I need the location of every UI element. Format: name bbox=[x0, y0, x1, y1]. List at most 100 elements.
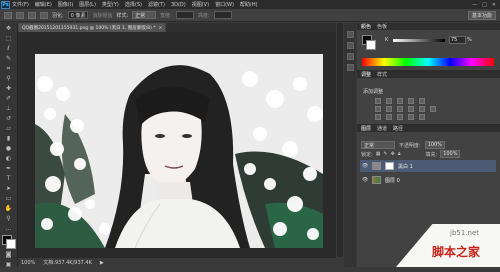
height-input[interactable] bbox=[213, 11, 232, 19]
lock-all-icon[interactable]: 🔒︎ bbox=[398, 151, 401, 157]
vibrance-icon[interactable] bbox=[419, 98, 425, 104]
gradient-tool-icon[interactable]: ▮ bbox=[4, 134, 14, 143]
fill-input[interactable]: 100% bbox=[440, 150, 461, 158]
history-panel-icon[interactable] bbox=[346, 31, 354, 38]
menu-image[interactable]: 图像(I) bbox=[58, 1, 73, 8]
color-spectrum[interactable] bbox=[362, 58, 494, 66]
tab-styles[interactable]: 样式 bbox=[377, 71, 387, 78]
type-tool-icon[interactable]: T bbox=[4, 174, 14, 183]
width-input[interactable] bbox=[175, 11, 194, 19]
brightness-contrast-icon[interactable] bbox=[375, 98, 381, 104]
quick-select-tool-icon[interactable]: ✎ bbox=[4, 54, 14, 63]
menu-filter[interactable]: 滤镜(T) bbox=[148, 1, 165, 8]
path-select-tool-icon[interactable]: ➤ bbox=[4, 184, 14, 193]
opacity-input[interactable]: 100% bbox=[424, 141, 445, 149]
menu-type[interactable]: 类型(Y) bbox=[102, 1, 119, 8]
antialias-checkbox[interactable]: 消除锯齿 bbox=[92, 12, 112, 19]
status-arrow-icon[interactable]: ▶ bbox=[100, 260, 104, 266]
quick-mask-icon[interactable]: ◙ bbox=[4, 250, 14, 259]
photo-filter-icon[interactable] bbox=[408, 106, 414, 112]
menu-help[interactable]: 帮助(H) bbox=[240, 1, 258, 8]
channel-mixer-icon[interactable] bbox=[419, 106, 425, 112]
tab-swatches[interactable]: 色板 bbox=[377, 23, 387, 30]
properties-panel-icon[interactable] bbox=[346, 42, 354, 49]
menu-edit[interactable]: 编辑(E) bbox=[35, 1, 52, 8]
workspace-select[interactable]: 基本功能 bbox=[467, 10, 496, 20]
gradient-map-icon[interactable] bbox=[408, 114, 414, 120]
menu-3d[interactable]: 3D(D) bbox=[171, 2, 186, 8]
k-value-input[interactable]: 75 bbox=[449, 36, 466, 44]
eyedropper-tool-icon[interactable]: ⚲ bbox=[4, 74, 14, 83]
crop-tool-icon[interactable]: ⌗ bbox=[4, 64, 14, 73]
style-select[interactable]: 正常 bbox=[132, 11, 157, 19]
eye-icon[interactable]: 👁︎ bbox=[362, 163, 368, 169]
character-panel-icon[interactable] bbox=[346, 53, 354, 60]
color-lookup-icon[interactable] bbox=[430, 106, 436, 112]
add-selection-icon[interactable] bbox=[28, 11, 36, 19]
vertical-scrollbar[interactable] bbox=[337, 23, 343, 257]
hand-tool-icon[interactable]: ✋ bbox=[4, 204, 14, 213]
lasso-tool-icon[interactable]: ℓ bbox=[4, 44, 14, 53]
threshold-icon[interactable] bbox=[397, 114, 403, 120]
eye-icon[interactable]: 👁︎ bbox=[362, 177, 368, 183]
menu-view[interactable]: 视图(V) bbox=[192, 1, 209, 8]
marquee-preset-icon[interactable] bbox=[4, 11, 12, 19]
levels-icon[interactable] bbox=[386, 98, 392, 104]
document-tab[interactable]: QQ截图20151201155931.png @ 100% (黑白 1, 图层蒙… bbox=[18, 23, 167, 32]
feather-input[interactable]: 0 像素 bbox=[67, 11, 89, 19]
clone-stamp-tool-icon[interactable]: ⊥ bbox=[4, 104, 14, 113]
blend-mode-select[interactable]: 正常 bbox=[361, 141, 395, 149]
posterize-icon[interactable] bbox=[386, 114, 392, 120]
paragraph-panel-icon[interactable] bbox=[346, 64, 354, 71]
tab-color[interactable]: 颜色 bbox=[361, 23, 371, 30]
curves-icon[interactable] bbox=[397, 98, 403, 104]
layer-name[interactable]: 图层 0 bbox=[385, 177, 400, 184]
move-tool-icon[interactable]: ✥ bbox=[4, 24, 14, 33]
layer-row[interactable]: 👁︎ 图层 0 bbox=[360, 174, 496, 186]
hue-saturation-icon[interactable] bbox=[375, 106, 381, 112]
edit-toolbar-icon[interactable]: … bbox=[4, 224, 14, 233]
color-background-swatch[interactable] bbox=[366, 40, 376, 50]
close-button[interactable]: ✕ bbox=[492, 2, 496, 8]
lock-brush-icon[interactable]: ✎ bbox=[383, 151, 387, 157]
menu-window[interactable]: 窗口(W) bbox=[215, 1, 234, 8]
new-selection-icon[interactable] bbox=[16, 11, 24, 19]
history-brush-tool-icon[interactable]: ↺ bbox=[4, 114, 14, 123]
selective-color-icon[interactable] bbox=[419, 114, 425, 120]
screen-mode-icon[interactable]: ▣ bbox=[4, 260, 14, 269]
layer-row[interactable]: 👁︎ 黑白 1 bbox=[360, 160, 496, 172]
canvas-area[interactable] bbox=[18, 32, 336, 257]
tab-paths[interactable]: 路径 bbox=[393, 125, 403, 132]
blur-tool-icon[interactable]: ● bbox=[4, 144, 14, 153]
document-canvas[interactable] bbox=[35, 54, 323, 248]
color-balance-icon[interactable] bbox=[386, 106, 392, 112]
zoom-level[interactable]: 100% bbox=[21, 260, 35, 266]
menu-layer[interactable]: 图层(L) bbox=[79, 1, 96, 8]
minimize-button[interactable]: — bbox=[472, 2, 477, 8]
layer-name[interactable]: 黑白 1 bbox=[398, 163, 413, 170]
close-tab-icon[interactable]: × bbox=[159, 26, 163, 31]
invert-icon[interactable] bbox=[375, 114, 381, 120]
zoom-tool-icon[interactable]: ⚲ bbox=[4, 214, 14, 223]
tab-channels[interactable]: 通道 bbox=[377, 125, 387, 132]
exposure-icon[interactable] bbox=[408, 98, 414, 104]
subtract-selection-icon[interactable] bbox=[40, 11, 48, 19]
brush-tool-icon[interactable]: ✐ bbox=[4, 94, 14, 103]
menu-select[interactable]: 选择(S) bbox=[125, 1, 142, 8]
healing-brush-tool-icon[interactable]: ✚ bbox=[4, 84, 14, 93]
shape-tool-icon[interactable]: ▭ bbox=[4, 194, 14, 203]
color-swatches[interactable] bbox=[1, 235, 16, 249]
eraser-tool-icon[interactable]: ▱ bbox=[4, 124, 14, 133]
menu-file[interactable]: 文件(F) bbox=[12, 1, 29, 8]
pen-tool-icon[interactable]: ✒ bbox=[4, 164, 14, 173]
black-white-icon[interactable] bbox=[397, 106, 403, 112]
lock-pixels-icon[interactable]: ▦ bbox=[376, 151, 381, 157]
background-swatch[interactable] bbox=[5, 239, 16, 249]
tab-layers[interactable]: 图层 bbox=[361, 125, 371, 132]
marquee-tool-icon[interactable]: ⬚ bbox=[4, 34, 14, 43]
k-slider[interactable] bbox=[393, 39, 445, 42]
maximize-button[interactable]: □ bbox=[482, 2, 487, 8]
dodge-tool-icon[interactable]: ◐ bbox=[4, 154, 14, 163]
tab-adjustments[interactable]: 调整 bbox=[361, 71, 371, 78]
lock-position-icon[interactable]: ✥ bbox=[391, 151, 395, 157]
